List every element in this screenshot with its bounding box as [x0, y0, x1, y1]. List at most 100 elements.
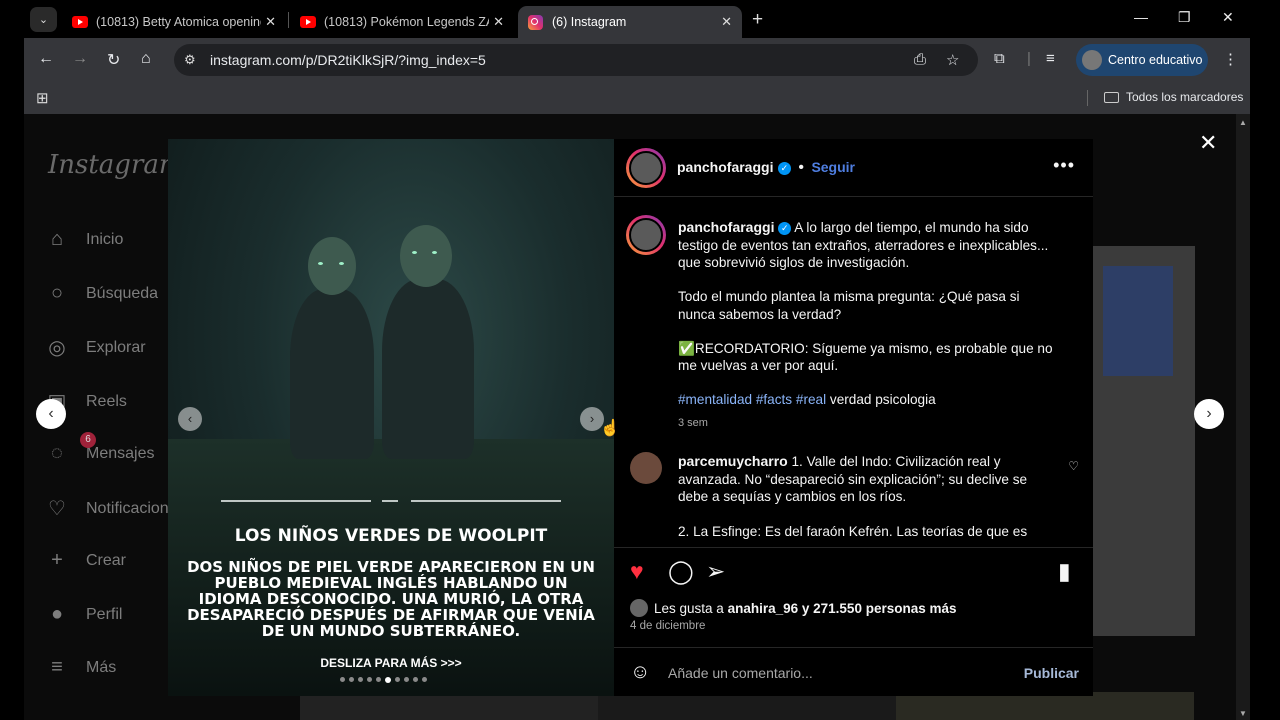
back-icon[interactable]: ←	[38, 50, 54, 68]
previous-post-button[interactable]: ‹	[36, 399, 66, 429]
next-post-button[interactable]: ›	[1194, 399, 1224, 429]
home-icon[interactable]: ⌂	[141, 50, 151, 68]
install-app-icon[interactable]: ⎙	[914, 51, 926, 68]
post-image[interactable]: LOS NIÑOS VERDES DE WOOLPIT DOS NIÑOS DE…	[168, 139, 614, 696]
commenter-username[interactable]: parcemuycharro	[678, 453, 788, 469]
tab-separator	[288, 12, 289, 28]
all-bookmarks-folder[interactable]: Todos los marcadores	[1104, 90, 1243, 104]
decorative-line	[411, 500, 561, 502]
carousel-dot	[376, 677, 381, 682]
tab-title: (10813) Betty Atomica opening	[96, 15, 261, 29]
publish-button[interactable]: Publicar	[1024, 665, 1079, 681]
caption-username[interactable]: panchofaraggi	[678, 219, 774, 235]
tab-title: (6) Instagram	[552, 15, 627, 29]
pointer-cursor-icon: ☝	[600, 420, 620, 437]
tab-betty-atomica[interactable]: (10813) Betty Atomica opening ✕	[62, 6, 286, 38]
image-eye	[432, 251, 437, 254]
sidebar-item-label: Explorar	[86, 338, 146, 356]
share-icon[interactable]: ➢	[706, 558, 725, 585]
sidebar-item-mensajes[interactable]: ◌ Mensajes 6	[44, 432, 154, 465]
tab-pokemon[interactable]: (10813) Pokémon Legends ZA | ✕	[290, 6, 514, 38]
likes-summary[interactable]: Les gusta a anahira_96 y 271.550 persona…	[630, 599, 957, 617]
follow-button[interactable]: Seguir	[811, 159, 855, 175]
tab-search-button[interactable]: ⌄	[30, 7, 57, 32]
comment-input[interactable]: Añade un comentario...	[668, 665, 813, 681]
address-bar[interactable]: ⚙ instagram.com/p/DR2tiKlkSjR/?img_index…	[174, 44, 978, 76]
carousel-prev-button[interactable]: ‹	[178, 407, 202, 431]
image-eye	[339, 262, 344, 265]
emoji-icon[interactable]: ☺	[630, 661, 650, 684]
commenter-avatar[interactable]	[630, 452, 662, 484]
close-window-icon[interactable]: ✕	[1222, 9, 1234, 26]
close-tab-icon[interactable]: ✕	[493, 14, 504, 30]
chevron-down-icon: ⌄	[38, 14, 49, 26]
scroll-down-icon[interactable]: ▼	[1239, 709, 1247, 718]
folder-icon	[1104, 91, 1119, 103]
author-avatar[interactable]	[626, 148, 666, 188]
image-cta: DESLIZA PARA MÁS >>>	[320, 656, 462, 670]
avatar	[1082, 50, 1102, 70]
hashtags[interactable]: #mentalidad #facts #real	[678, 392, 826, 407]
carousel-dot	[367, 677, 372, 682]
reload-icon[interactable]: ↻	[107, 50, 120, 70]
save-bookmark-icon[interactable]: ▮	[1058, 558, 1071, 585]
instagram-logo[interactable]: Instagram	[48, 150, 184, 180]
minimize-icon[interactable]: —	[1134, 9, 1148, 25]
actions-divider	[614, 547, 1093, 548]
heart-icon: ♡	[48, 498, 66, 520]
bookmarks-folder-label: Todos los marcadores	[1126, 90, 1244, 104]
site-info-icon[interactable]: ⚙	[184, 52, 196, 68]
like-heart-icon[interactable]: ♥	[630, 558, 644, 585]
search-icon: ○	[50, 282, 64, 304]
comment-icon[interactable]: ◯	[668, 558, 694, 585]
likes-count[interactable]: y 271.550 personas más	[802, 601, 957, 616]
forward-icon[interactable]: →	[72, 50, 88, 68]
image-eye	[412, 251, 417, 254]
close-modal-icon[interactable]: ✕	[1199, 130, 1217, 156]
close-tab-icon[interactable]: ✕	[721, 14, 732, 30]
sidebar-item-inicio[interactable]: ⌂ Inicio	[44, 228, 123, 251]
sidebar-item-busqueda[interactable]: ○ Búsqueda	[44, 282, 158, 305]
carousel-dot	[358, 677, 363, 682]
browser-toolbar: ← → ↻ ⌂ ⚙ instagram.com/p/DR2tiKlkSjR/?i…	[24, 38, 1250, 82]
sidebar-item-crear[interactable]: + Crear	[44, 549, 126, 572]
background-thumbnail	[896, 692, 1194, 720]
new-tab-button[interactable]: +	[752, 9, 763, 31]
sidebar-item-perfil[interactable]: ● Perfil	[44, 603, 123, 626]
more-options-icon[interactable]: •••	[1053, 155, 1075, 176]
sidebar-item-mas[interactable]: ≡ Más	[44, 656, 116, 679]
sidebar-item-explorar[interactable]: ◎ Explorar	[44, 335, 146, 360]
restore-icon[interactable]: ❐	[1178, 9, 1191, 26]
menu-kebab-icon[interactable]: ⋮	[1223, 50, 1238, 68]
carousel-dot	[395, 677, 400, 682]
page-scrollbar[interactable]: ▲ ▼	[1236, 114, 1250, 720]
carousel-dot	[404, 677, 409, 682]
image-child-left	[290, 289, 374, 459]
verified-badge-icon: ✓	[777, 162, 791, 175]
sidebar-item-notificaciones[interactable]: ♡ Notificaciones	[44, 496, 186, 521]
background-thumbnail	[598, 692, 896, 720]
menu-icon: ≡	[51, 656, 63, 678]
tab-strip: ⌄ (10813) Betty Atomica opening ✕ (10813…	[0, 0, 1280, 38]
bookmark-star-icon[interactable]: ☆	[946, 51, 959, 69]
media-control-icon[interactable]: ≡	[1046, 50, 1055, 67]
tab-instagram[interactable]: (6) Instagram ✕	[518, 6, 742, 38]
author-username[interactable]: panchofaraggi	[677, 159, 773, 175]
url-text[interactable]: instagram.com/p/DR2tiKlkSjR/?img_index=5	[210, 52, 486, 68]
profile-button[interactable]: Centro educativo	[1076, 44, 1208, 76]
scroll-up-icon[interactable]: ▲	[1239, 118, 1247, 127]
bookmarks-bar: ⊞ Todos los marcadores	[24, 82, 1250, 114]
comment-like-icon[interactable]: ♡	[1068, 459, 1079, 473]
instagram-icon	[528, 14, 543, 30]
apps-grid-icon[interactable]: ⊞	[36, 89, 49, 107]
sidebar-item-label: Crear	[86, 551, 127, 569]
image-child-right	[382, 279, 474, 459]
extensions-icon[interactable]: ⧉	[994, 50, 1005, 67]
verified-badge-icon: ✓	[778, 222, 792, 235]
tab-title: (10813) Pokémon Legends ZA |	[324, 15, 489, 29]
youtube-icon	[300, 16, 316, 28]
carousel-dot	[349, 677, 354, 682]
likes-user[interactable]: anahira_96	[728, 601, 799, 616]
close-tab-icon[interactable]: ✕	[265, 14, 276, 30]
caption-author-avatar[interactable]	[626, 215, 666, 255]
